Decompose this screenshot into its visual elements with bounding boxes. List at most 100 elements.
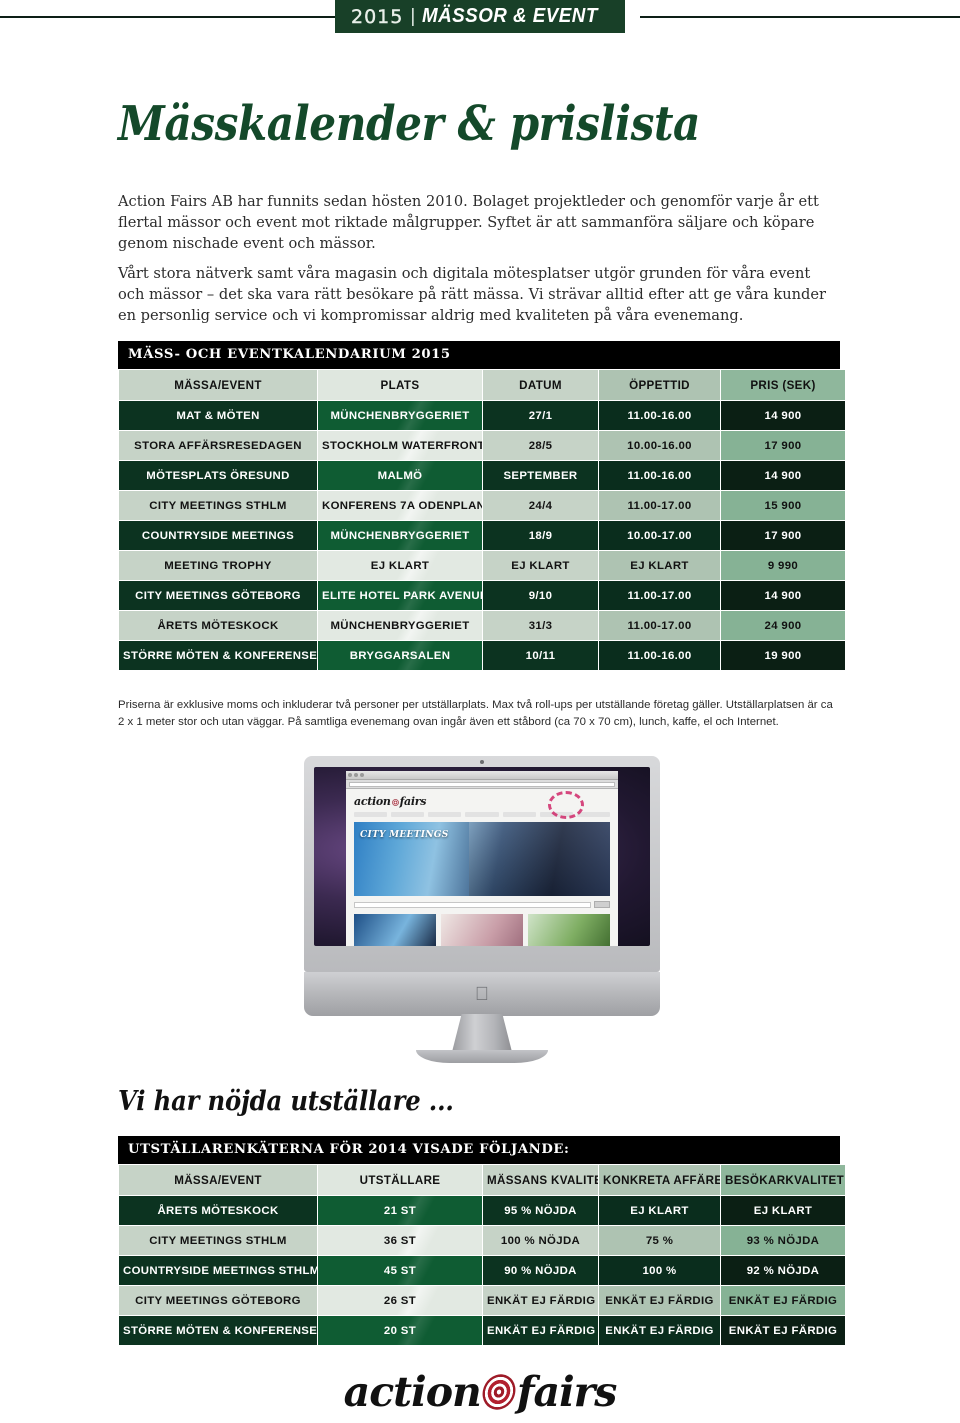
- calendar-cell: 11.00-16.00: [599, 461, 720, 490]
- website-badge-ring-icon: [548, 791, 584, 819]
- calendar-cell: MÜNCHENBRYGGERIET: [318, 611, 482, 640]
- website-logo-left: action: [354, 795, 391, 808]
- table-row: COUNTRYSIDE MEETINGS STHLM 45 ST 90 % NÖJD…: [119, 1256, 845, 1285]
- browser-tab-dot: [360, 773, 364, 777]
- survey-table: MÄSSA/EVENT UTSTÄLLARE MÄSSANS KVALITET KON…: [118, 1164, 846, 1346]
- survey-cell: EJ KLART: [599, 1196, 720, 1225]
- survey-cell: 75 %: [599, 1226, 720, 1255]
- calendar-cell: STORA AFFÄRSRESEDAGEN: [119, 431, 317, 460]
- website-thumbnail-row: [354, 914, 610, 946]
- calendar-cell: MAT & MÖTEN: [119, 401, 317, 430]
- survey-cell: 92 % NÖJDA: [721, 1256, 845, 1285]
- browser-url-field: [349, 781, 615, 787]
- website-search-button: [594, 901, 610, 908]
- calendar-cell: 11.00-16.00: [599, 401, 720, 430]
- calendar-cell: 14 900: [721, 461, 845, 490]
- nav-item: [354, 812, 388, 817]
- browser-address-bar: [346, 780, 618, 789]
- calendar-cell: ELITE HOTEL PARK AVENUE: [318, 581, 482, 610]
- table-row: STÖRRE MÖTEN & KONFERENSER 20 ST ENKÄT EJ …: [119, 1316, 845, 1345]
- calendar-cell: KONFERENS 7A ODENPLAN: [318, 491, 482, 520]
- table-row: ÅRETS MÖTESKOCK 21 ST 95 % NÖJDA EJ KLART EJ…: [119, 1196, 845, 1225]
- calendar-cell: COUNTRYSIDE MEETINGS: [119, 521, 317, 550]
- table-row: CITY MEETINGS STHLM KONFERENS 7A ODENPLAN…: [119, 491, 845, 520]
- calendar-cell: 10.00-17.00: [599, 521, 720, 550]
- calendar-cell: 9 990: [721, 551, 845, 580]
- calendar-cell: MEETING TROPHY: [119, 551, 317, 580]
- footer-logo: action fairs: [0, 1368, 960, 1416]
- calendar-cell: 11.00-16.00: [599, 641, 720, 670]
- calendar-cell: 14 900: [721, 581, 845, 610]
- calendar-cell: ÅRETS MÖTESKOCK: [119, 611, 317, 640]
- browser-tab-bar: [346, 771, 618, 780]
- nav-item: [576, 812, 610, 817]
- survey-cell: EJ KLART: [721, 1196, 845, 1225]
- browser-window: action fairs CITY MEETINGS: [346, 771, 618, 946]
- calendar-cell: CITY MEETINGS STHLM: [119, 491, 317, 520]
- calendar-table: MÄSSA/EVENT PLATS DATUM ÖPPETTID PRIS (SEK) …: [118, 369, 846, 671]
- browser-tab-dot: [354, 773, 358, 777]
- intro-paragraph-2: Vårt stora nätverk samt våra magasin och…: [118, 264, 827, 324]
- calendar-cell: 11.00-17.00: [599, 581, 720, 610]
- table-row: MEETING TROPHY EJ KLART EJ KLART EJ KLART 9 …: [119, 551, 845, 580]
- imac-illustration: action fairs CITY MEETINGS: [296, 756, 668, 1068]
- calendar-table-block: MÄSS- OCH EVENTKALENDARIUM 2015 MÄSSA/EV…: [118, 341, 846, 671]
- table-row: CITY MEETINGS GÖTEBORG ELITE HOTEL PARK A…: [119, 581, 845, 610]
- page-title: Mässkalender & prislista: [118, 96, 700, 152]
- calendar-cell: CITY MEETINGS GÖTEBORG: [119, 581, 317, 610]
- calendar-cell: 24/4: [483, 491, 598, 520]
- table-row: MAT & MÖTEN MÜNCHENBRYGGERIET 27/1 11.00-16…: [119, 401, 845, 430]
- table-header-row: MÄSSA/EVENT PLATS DATUM ÖPPETTID PRIS (SEK): [119, 370, 845, 400]
- survey-table-block: UTSTÄLLARENKÄTERNA FÖR 2014 VISADE FÖLJA…: [118, 1136, 846, 1346]
- badge-separator: |: [410, 5, 416, 27]
- imac-chin: : [304, 972, 660, 1016]
- calendar-fineprint: Priserna är exklusive moms och inkludera…: [118, 699, 833, 729]
- survey-cell: 21 ST: [318, 1196, 482, 1225]
- calendar-cell: BRYGGARSALEN: [318, 641, 482, 670]
- table-header-row: MÄSSA/EVENT UTSTÄLLARE MÄSSANS KVALITET KON…: [119, 1165, 845, 1195]
- section-title-satisfied-exhibitors: Vi har nöjda utställare ...: [118, 1086, 454, 1117]
- survey-cell: 93 % NÖJDA: [721, 1226, 845, 1255]
- calendar-cell: 9/10: [483, 581, 598, 610]
- website-thumbnail: [528, 914, 610, 946]
- intro-paragraph-1: Action Fairs AB har funnits sedan hösten…: [118, 192, 819, 252]
- calendar-column-header: ÖPPETTID: [599, 370, 720, 400]
- survey-cell: ENKÄT EJ FÄRDIG: [483, 1286, 598, 1315]
- nav-item: [465, 812, 499, 817]
- survey-column-header: MÄSSANS KVALITET: [483, 1165, 598, 1195]
- survey-cell: ENKÄT EJ FÄRDIG: [599, 1286, 720, 1315]
- table-row: COUNTRYSIDE MEETINGS MÜNCHENBRYGGERIET 18/…: [119, 521, 845, 550]
- survey-cell: CITY MEETINGS STHLM: [119, 1226, 317, 1255]
- table-row: STÖRRE MÖTEN & KONFERENSER BRYGGARSALEN 10…: [119, 641, 845, 670]
- survey-cell: 100 %: [599, 1256, 720, 1285]
- bullseye-icon: [479, 1369, 519, 1415]
- footer-logo-left: action: [343, 1368, 482, 1416]
- nav-item: [428, 812, 462, 817]
- calendar-column-header: PLATS: [318, 370, 482, 400]
- calendar-cell: 10/11: [483, 641, 598, 670]
- calendar-cell: MÜNCHENBRYGGERIET: [318, 401, 482, 430]
- footer-logo-right: fairs: [516, 1368, 617, 1416]
- year-badge: 2015 | MÄSSOR & EVENT: [335, 0, 626, 33]
- survey-cell: ENKÄT EJ FÄRDIG: [599, 1316, 720, 1345]
- website-hero-banner: CITY MEETINGS: [354, 822, 610, 896]
- calendar-cell: 31/3: [483, 611, 598, 640]
- calendar-cell: 19 900: [721, 641, 845, 670]
- calendar-column-header: MÄSSA/EVENT: [119, 370, 317, 400]
- calendar-cell: MÖTESPLATS ÖRESUND: [119, 461, 317, 490]
- imac-bezel: action fairs CITY MEETINGS: [304, 756, 660, 972]
- table-row: CITY MEETINGS STHLM 36 ST 100 % NÖJDA 75 % 9…: [119, 1226, 845, 1255]
- calendar-cell: 28/5: [483, 431, 598, 460]
- survey-cell: 20 ST: [318, 1316, 482, 1345]
- survey-column-header: BESÖKARKVALITET: [721, 1165, 845, 1195]
- survey-cell: CITY MEETINGS GÖTEBORG: [119, 1286, 317, 1315]
- top-banner: 2015 | MÄSSOR & EVENT: [0, 0, 960, 46]
- survey-column-header: MÄSSA/EVENT: [119, 1165, 317, 1195]
- imac-camera-icon: [480, 760, 484, 764]
- calendar-column-header: DATUM: [483, 370, 598, 400]
- survey-cell: ENKÄT EJ FÄRDIG: [721, 1316, 845, 1345]
- calendar-cell: 18/9: [483, 521, 598, 550]
- calendar-cell: EJ KLART: [483, 551, 598, 580]
- calendar-cell: MÜNCHENBRYGGERIET: [318, 521, 482, 550]
- survey-cell: ENKÄT EJ FÄRDIG: [483, 1316, 598, 1345]
